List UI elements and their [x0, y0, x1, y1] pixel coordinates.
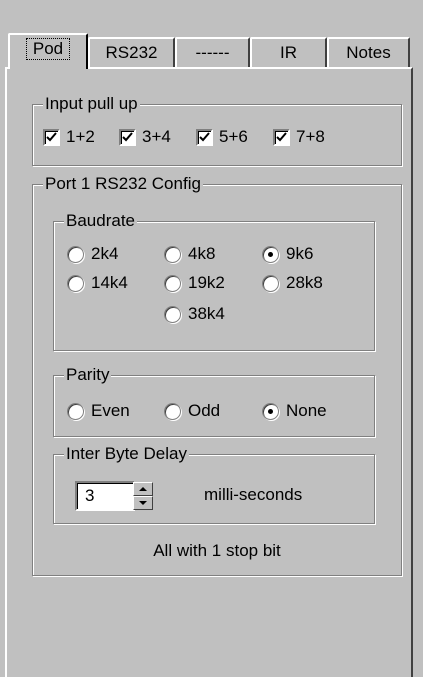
delay-spinner: 3: [75, 481, 157, 513]
delay-spin-buttons: [133, 482, 153, 510]
baud-label-2k4: 2k4: [91, 244, 119, 263]
radio-icon: [164, 245, 181, 263]
tab-rs232-label: RS232: [105, 43, 158, 62]
tab-ir[interactable]: IR: [250, 37, 327, 67]
arrow-up-icon: [139, 487, 147, 491]
baud-radio-4k8[interactable]: 4k8: [164, 244, 215, 264]
tab-pod-label: Pod: [25, 38, 71, 60]
tab-notes-label: Notes: [346, 43, 391, 62]
baud-radio-2k4[interactable]: 2k4: [67, 244, 118, 264]
baud-radio-14k4[interactable]: 14k4: [67, 273, 128, 293]
check-icon: [43, 128, 60, 146]
input-pull-up-title: Input pull up: [43, 94, 140, 114]
parity-label-even: Even: [91, 401, 130, 420]
tab-ir-label: IR: [280, 43, 297, 62]
baud-radio-9k6[interactable]: 9k6: [262, 244, 313, 264]
radio-icon: [67, 402, 84, 420]
parity-label-none: None: [286, 401, 327, 420]
baud-label-38k4: 38k4: [188, 304, 225, 323]
pullup-label-1-2: 1+2: [66, 127, 95, 146]
parity-group: Parity Even Odd None: [53, 365, 375, 437]
baud-radio-38k4[interactable]: 38k4: [164, 304, 225, 324]
radio-icon: [164, 305, 181, 323]
tab-panel-pod: Input pull up 1+2 3+4 5+6 7+8 Port 1 RS2…: [5, 67, 413, 677]
pullup-label-3-4: 3+4: [142, 127, 171, 146]
radio-selected-icon: [262, 402, 279, 420]
baud-label-19k2: 19k2: [188, 273, 225, 292]
parity-title: Parity: [64, 365, 112, 385]
inter-byte-delay-title: Inter Byte Delay: [64, 444, 189, 464]
tab-blank[interactable]: ------: [175, 37, 250, 67]
baudrate-title: Baudrate: [64, 211, 137, 231]
inter-byte-delay-group: Inter Byte Delay 3 milli-seconds: [53, 444, 375, 524]
radio-selected-icon: [262, 245, 279, 263]
radio-icon: [164, 402, 181, 420]
pullup-checkbox-5-6[interactable]: 5+6: [196, 127, 248, 147]
parity-radio-odd[interactable]: Odd: [164, 401, 220, 421]
parity-label-odd: Odd: [188, 401, 221, 420]
window-top-strip: [0, 0, 423, 10]
parity-radio-even[interactable]: Even: [67, 401, 130, 421]
pullup-checkbox-3-4[interactable]: 3+4: [119, 127, 171, 147]
baud-label-28k8: 28k8: [286, 273, 323, 292]
check-icon: [273, 128, 290, 146]
baudrate-group: Baudrate 2k4 4k8 9k6 14k4 19k2 28k8 38k4: [53, 211, 375, 351]
baud-radio-19k2[interactable]: 19k2: [164, 273, 225, 293]
spin-up-button[interactable]: [133, 482, 153, 496]
radio-icon: [67, 274, 84, 292]
pullup-label-7-8: 7+8: [296, 127, 325, 146]
baud-radio-28k8[interactable]: 28k8: [262, 273, 323, 293]
baud-label-14k4: 14k4: [91, 273, 128, 292]
radio-icon: [67, 245, 84, 263]
pullup-checkbox-1-2[interactable]: 1+2: [43, 127, 95, 147]
check-icon: [119, 128, 136, 146]
tab-blank-label: ------: [195, 43, 230, 62]
spin-down-button[interactable]: [133, 496, 153, 510]
tab-rs232[interactable]: RS232: [88, 37, 175, 67]
check-icon: [196, 128, 213, 146]
arrow-down-icon: [139, 501, 147, 505]
port-config-title: Port 1 RS232 Config: [43, 174, 203, 194]
delay-input[interactable]: 3: [75, 481, 135, 511]
tab-pod[interactable]: Pod: [8, 33, 88, 69]
stop-bit-note: All with 1 stop bit: [153, 541, 281, 560]
parity-radio-none[interactable]: None: [262, 401, 327, 421]
radio-icon: [262, 274, 279, 292]
tab-notes[interactable]: Notes: [327, 37, 410, 67]
port-config-group: Port 1 RS232 Config Baudrate 2k4 4k8 9k6…: [32, 174, 402, 576]
input-pull-up-group: Input pull up 1+2 3+4 5+6 7+8: [32, 94, 402, 166]
pullup-checkbox-7-8[interactable]: 7+8: [273, 127, 325, 147]
pullup-label-5-6: 5+6: [219, 127, 248, 146]
radio-icon: [164, 274, 181, 292]
baud-label-4k8: 4k8: [188, 244, 216, 263]
delay-unit-label: milli-seconds: [204, 485, 303, 504]
baud-label-9k6: 9k6: [286, 244, 314, 263]
